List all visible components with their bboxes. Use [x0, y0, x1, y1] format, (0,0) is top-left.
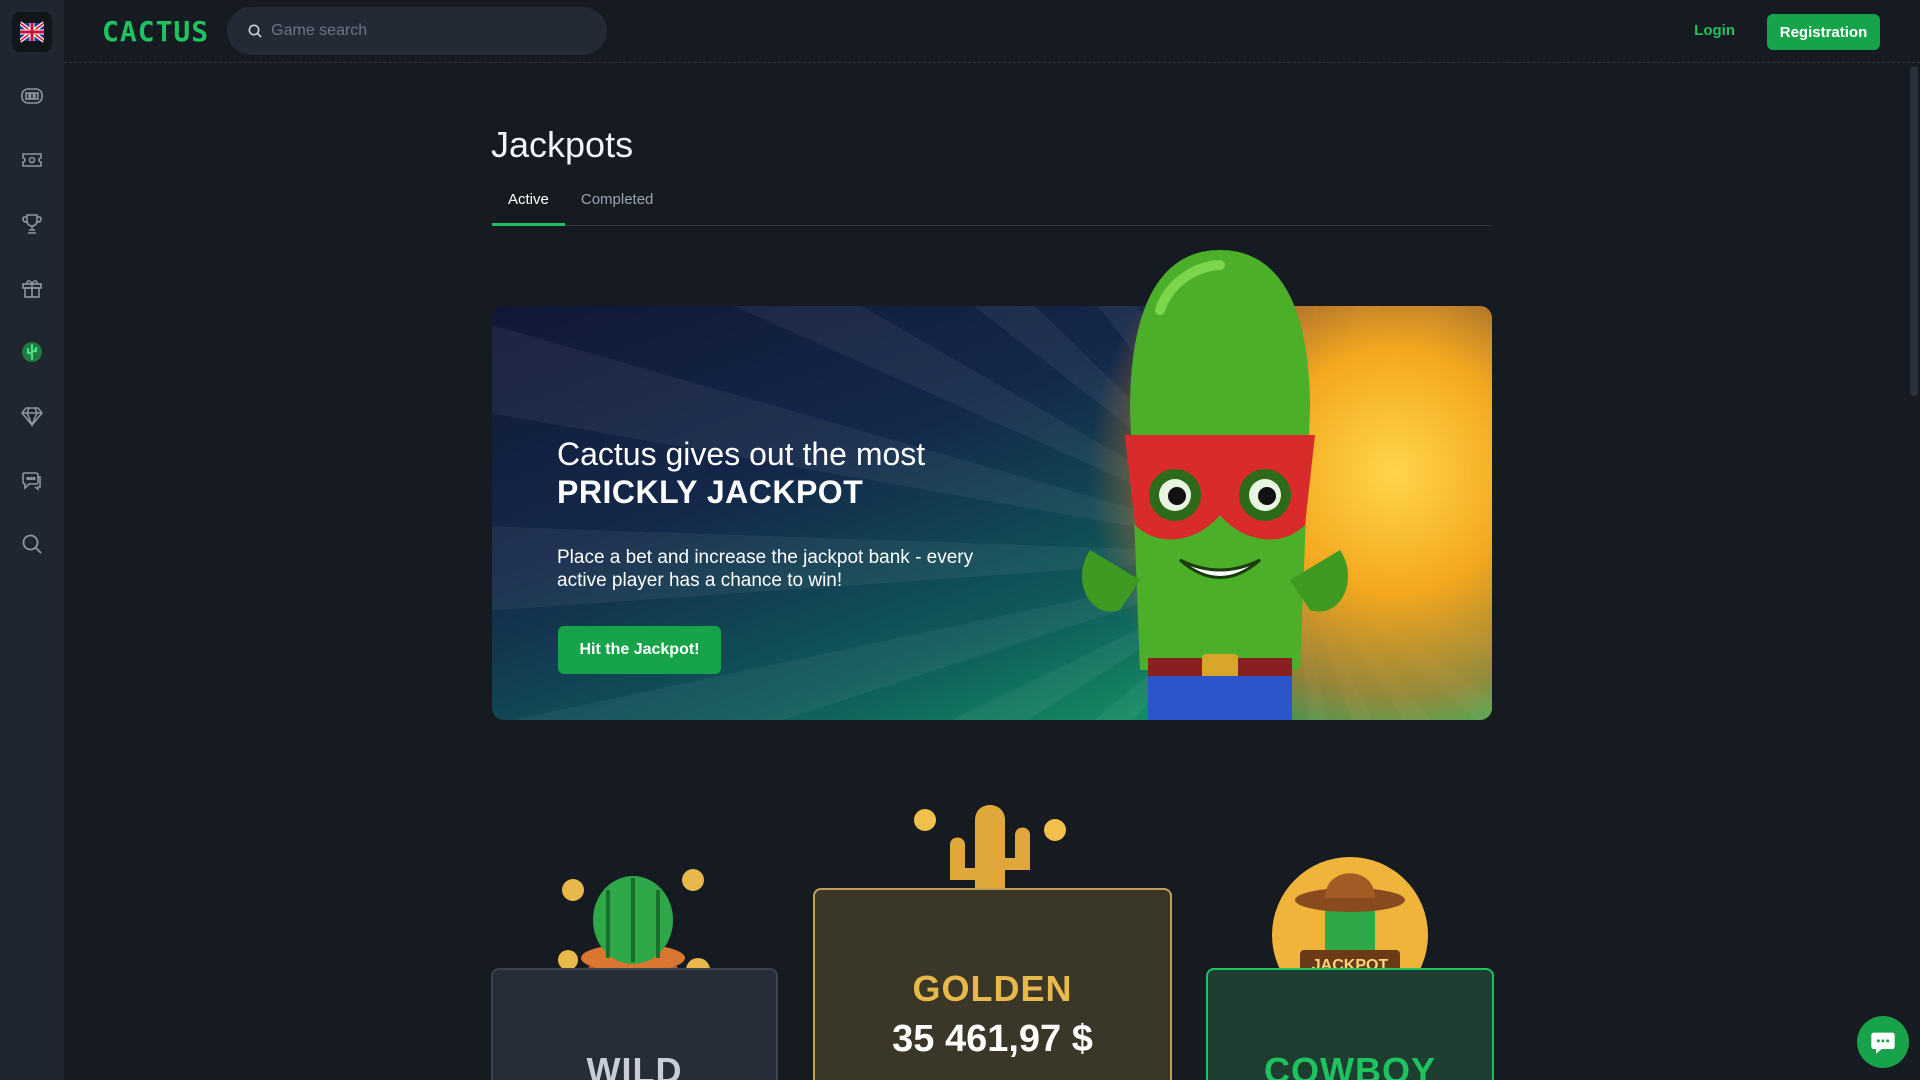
cactus-mascot-illustration	[1081, 250, 1349, 720]
sidebar-item-vip[interactable]	[12, 396, 52, 436]
banner-description: Place a bet and increase the jackpot ban…	[557, 547, 974, 591]
sidebar	[0, 0, 64, 1080]
sidebar-item-support[interactable]	[12, 460, 52, 500]
jackpot-name: GOLDEN	[912, 968, 1073, 1009]
sidebar-item-bonuses[interactable]	[12, 268, 52, 308]
live-casino-icon	[22, 153, 42, 167]
sidebar-item-tournaments[interactable]	[12, 204, 52, 244]
top-header: CACTUS Login Registration	[64, 0, 1920, 63]
search-icon	[248, 24, 262, 38]
jackpot-cactus-icon	[22, 342, 42, 362]
language-selector-button[interactable]	[12, 12, 52, 52]
sidebar-item-search[interactable]	[12, 524, 52, 564]
tab-completed[interactable]: Completed	[565, 190, 670, 226]
banner-headline-bold: PRICKLY JACKPOT	[557, 474, 864, 510]
diamond-icon	[20, 407, 44, 428]
jackpot-card-golden[interactable]: GOLDEN 35 461,97 $	[813, 888, 1172, 1080]
flag-uk-icon	[20, 21, 44, 43]
cactus-logo[interactable]: CACTUS	[102, 15, 209, 48]
jackpot-tabs: Active Completed	[492, 190, 1492, 226]
jackpot-name: COWBOY	[1264, 1050, 1436, 1080]
page-title: Jackpots	[491, 124, 634, 165]
sidebar-item-slots[interactable]	[12, 76, 52, 116]
trophy-icon	[22, 214, 42, 234]
jackpot-amount: 35 461,97 $	[892, 1018, 1093, 1060]
live-chat-button[interactable]	[1857, 1016, 1909, 1068]
page-scrollbar[interactable]	[1910, 66, 1918, 396]
slots-icon	[21, 88, 43, 104]
jackpot-card-wild[interactable]: WILD	[491, 968, 778, 1080]
chat-bubbles-icon	[22, 472, 41, 491]
jackpot-card-cowboy[interactable]: COWBOY	[1206, 968, 1494, 1080]
jackpot-name: WILD	[586, 1050, 683, 1080]
sidebar-item-jackpots[interactable]	[12, 332, 52, 372]
banner-headline: Cactus gives out the most	[557, 436, 926, 472]
game-search-input[interactable]	[271, 22, 592, 40]
gift-icon	[22, 280, 42, 298]
game-search-box[interactable]	[227, 7, 608, 55]
registration-button[interactable]: Registration	[1767, 14, 1880, 50]
hit-the-jackpot-button[interactable]: Hit the Jackpot!	[558, 626, 721, 674]
sidebar-item-live-casino[interactable]	[12, 140, 52, 180]
search-icon	[22, 534, 42, 554]
tab-active[interactable]: Active	[492, 190, 565, 226]
mascot-jeans	[1148, 676, 1292, 720]
chat-icon	[1871, 1032, 1895, 1054]
login-button[interactable]: Login	[1694, 22, 1735, 39]
